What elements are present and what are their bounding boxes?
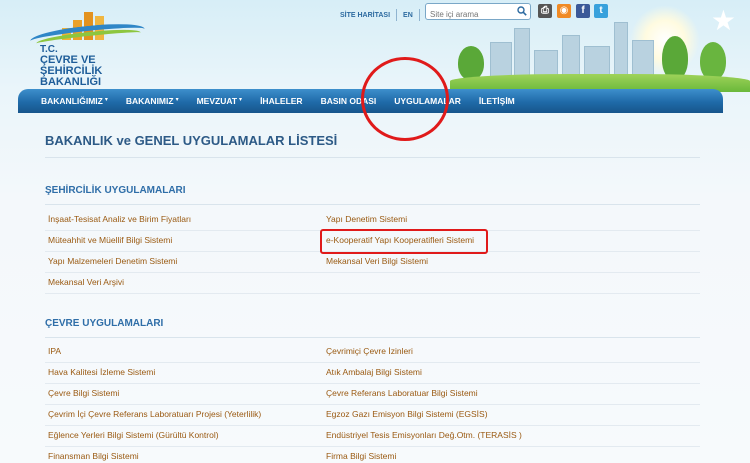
section-divider xyxy=(45,337,700,338)
section-title: ŞEHİRCİLİK UYGULAMALARI xyxy=(45,185,186,196)
chevron-down-icon: ▾ xyxy=(104,96,108,103)
nav-item-label: BAKANIMIZ xyxy=(125,96,174,106)
table-row: Eğlence Yerleri Bilgi Sistemi (Gürültü K… xyxy=(45,426,700,447)
table-row: Finansman Bilgi Sistemi Firma Bilgi Siste… xyxy=(45,447,700,463)
app-link[interactable]: Finansman Bilgi Sistemi xyxy=(48,451,139,461)
star-icon: ★ xyxy=(710,5,736,36)
search-icon[interactable] xyxy=(517,6,527,16)
chevron-down-icon: ▾ xyxy=(175,96,179,103)
table-row: İnşaat-Tesisat Analiz ve Birim Fiyatları… xyxy=(45,210,700,231)
app-link[interactable]: Firma Bilgi Sistemi xyxy=(326,451,396,461)
nav-item-0[interactable]: BAKANLIĞIMIZ ▾ xyxy=(32,89,117,113)
app-link[interactable]: Çevrim İçi Çevre Referans Laboratuarı Pr… xyxy=(48,409,261,419)
app-link[interactable]: Endüstriyel Tesis Emisyonları Değ.Otm. (… xyxy=(326,430,522,440)
app-link[interactable]: Çevrimiçi Çevre İzinleri xyxy=(326,346,413,356)
table-row: Mekansal Veri Arşivi xyxy=(45,273,700,294)
annotation-rectangle xyxy=(320,229,488,254)
app-link[interactable]: Mekansal Veri Bilgi Sistemi xyxy=(326,256,428,266)
tree-icon xyxy=(458,46,484,80)
app-link[interactable]: Eğlence Yerleri Bilgi Sistemi (Gürültü K… xyxy=(48,430,219,440)
top-links-divider xyxy=(418,9,420,21)
logo-text: T.C. ÇEVRE VE ŞEHİRCİLİK BAKANLIĞI xyxy=(40,44,160,88)
app-link[interactable]: Çevre Referans Laboratuar Bilgi Sistemi xyxy=(326,388,478,398)
building xyxy=(514,28,530,80)
tree-icon xyxy=(700,42,726,80)
nav-item-1[interactable]: BAKANIMIZ ▾ xyxy=(117,89,188,113)
search-input[interactable] xyxy=(426,7,512,22)
logo-line-name: ÇEVRE VE ŞEHİRCİLİK xyxy=(40,54,103,77)
table-row: Çevre Bilgi Sistemi Çevre Referans Labora… xyxy=(45,384,700,405)
main-content: BAKANLIK ve GENEL UYGULAMALAR LİSTESİ ŞE… xyxy=(0,113,750,463)
nav-item-label: İHALELER xyxy=(260,96,303,106)
app-link[interactable]: Çevre Bilgi Sistemi xyxy=(48,388,119,398)
facebook-icon[interactable]: f xyxy=(576,4,590,18)
nav-item-2[interactable]: MEVZUAT ▾ xyxy=(188,89,251,113)
ministry-logo[interactable]: T.C. ÇEVRE VE ŞEHİRCİLİK BAKANLIĞI xyxy=(29,8,160,88)
nav-item-label: BAKANLIĞIMIZ xyxy=(41,96,103,106)
title-divider xyxy=(45,157,700,158)
language-en-link[interactable]: EN xyxy=(403,12,413,19)
table-row: Çevrim İçi Çevre Referans Laboratuarı Pr… xyxy=(45,405,700,426)
nav-item-label: MEVZUAT xyxy=(196,96,238,106)
sitemap-link[interactable]: SİTE HARİTASI xyxy=(340,12,390,19)
logo-line-ministry: BAKANLIĞI xyxy=(40,76,102,88)
app-link[interactable]: Egzoz Gazı Emisyon Bilgi Sistemi (EGSİS) xyxy=(326,409,488,419)
top-links: SİTE HARİTASI EN xyxy=(340,7,426,23)
app-link[interactable]: İnşaat-Tesisat Analiz ve Birim Fiyatları xyxy=(48,214,191,224)
page-title: BAKANLIK ve GENEL UYGULAMALAR LİSTESİ xyxy=(45,133,338,148)
nav-item-label: İLETİŞİM xyxy=(478,96,515,106)
app-link[interactable]: Atık Ambalaj Bilgi Sistemi xyxy=(326,367,422,377)
twitter-icon[interactable]: t xyxy=(594,4,608,18)
app-link[interactable]: Yapı Denetim Sistemi xyxy=(326,214,407,224)
table-row: Yapı Malzemeleri Denetim Sistemi Mekansal… xyxy=(45,252,700,273)
table-row: Hava Kalitesi İzleme Sistemi Atık Ambalaj… xyxy=(45,363,700,384)
table-row: IPA Çevrimiçi Çevre İzinleri xyxy=(45,342,700,363)
app-link[interactable]: Hava Kalitesi İzleme Sistemi xyxy=(48,367,155,377)
building xyxy=(614,22,628,80)
section-title: ÇEVRE UYGULAMALARI xyxy=(45,318,164,329)
nav-item-3[interactable]: İHALELER xyxy=(251,89,312,113)
app-link[interactable]: Yapı Malzemeleri Denetim Sistemi xyxy=(48,256,177,266)
search-box xyxy=(425,3,531,22)
rss-icon[interactable]: ◉ xyxy=(557,4,571,18)
chevron-down-icon: ▾ xyxy=(239,96,243,103)
app-link[interactable]: Mekansal Veri Arşivi xyxy=(48,277,124,287)
app-link[interactable]: Müteahhit ve Müellif Bilgi Sistemi xyxy=(48,235,172,245)
top-links-divider xyxy=(396,9,398,21)
print-icon[interactable]: ⎙ xyxy=(538,4,552,18)
section-divider xyxy=(45,204,700,205)
nav-item-6[interactable]: İLETİŞİM xyxy=(470,89,524,113)
app-link[interactable]: IPA xyxy=(48,346,61,356)
